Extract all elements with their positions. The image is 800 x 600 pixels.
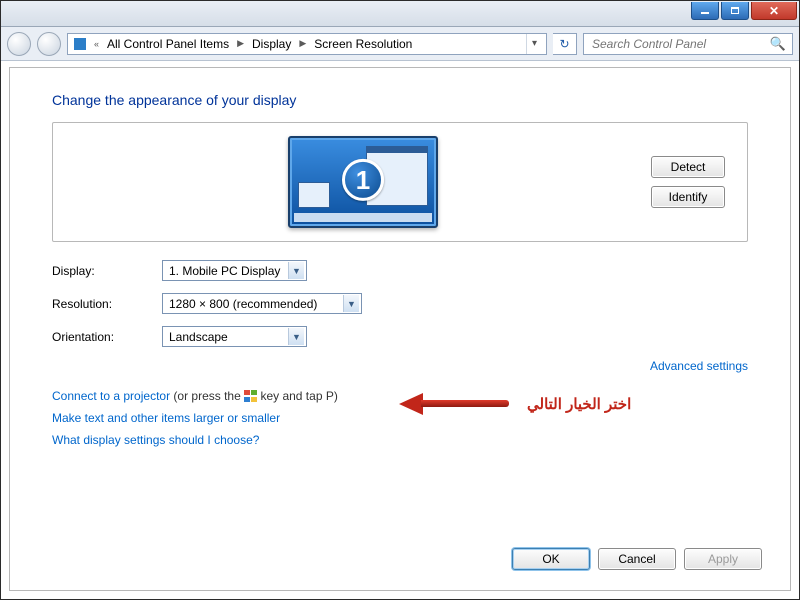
identify-button[interactable]: Identify [651, 186, 725, 208]
annotation-text: اختر الخيار التالي [527, 395, 631, 413]
control-panel-icon [72, 36, 88, 52]
advanced-settings-link[interactable]: Advanced settings [650, 359, 748, 373]
display-select[interactable]: 1. Mobile PC Display ▼ [162, 260, 307, 281]
apply-button[interactable]: Apply [684, 548, 762, 570]
close-button[interactable]: ✕ [751, 2, 797, 20]
detect-button[interactable]: Detect [651, 156, 725, 178]
content-panel: Change the appearance of your display 1 … [9, 67, 791, 591]
chevron-down-icon: ▼ [343, 295, 359, 312]
forward-button[interactable] [37, 32, 61, 56]
chevron-down-icon: ▼ [288, 262, 304, 279]
orientation-select[interactable]: Landscape ▼ [162, 326, 307, 347]
breadcrumb-item[interactable]: Screen Resolution [312, 35, 414, 53]
window-frame: ✕ « All Control Panel Items ▶ Display ▶ … [0, 0, 800, 600]
breadcrumb-item[interactable]: All Control Panel Items [105, 35, 231, 53]
ok-button[interactable]: OK [512, 548, 590, 570]
windows-key-icon [244, 390, 257, 402]
annotation-arrow-icon [399, 395, 509, 413]
projector-hint: (or press the key and tap P) [170, 389, 338, 403]
back-button[interactable] [7, 32, 31, 56]
resolution-label: Resolution: [52, 297, 162, 311]
display-label: Display: [52, 264, 162, 278]
search-box[interactable]: 🔍 [583, 33, 793, 55]
search-input[interactable] [590, 36, 760, 52]
monitor-number-badge: 1 [342, 159, 384, 201]
navigation-bar: « All Control Panel Items ▶ Display ▶ Sc… [1, 27, 799, 61]
title-bar: ✕ [1, 1, 799, 27]
display-value: 1. Mobile PC Display [169, 264, 280, 278]
monitor-thumbnail[interactable]: 1 [288, 136, 438, 228]
chevron-right-icon: ▶ [295, 38, 310, 49]
breadcrumb-prefix: « [90, 39, 103, 49]
which-settings-link[interactable]: What display settings should I choose? [52, 433, 259, 447]
page-heading: Change the appearance of your display [52, 92, 748, 108]
breadcrumb-dropdown[interactable]: ▾ [526, 34, 542, 54]
connect-projector-link[interactable]: Connect to a projector [52, 389, 170, 403]
display-preview: 1 Detect Identify [52, 122, 748, 242]
chevron-down-icon: ▼ [288, 328, 304, 345]
resolution-value: 1280 × 800 (recommended) [169, 297, 317, 311]
cancel-button[interactable]: Cancel [598, 548, 676, 570]
search-icon: 🔍 [770, 36, 786, 52]
resolution-select[interactable]: 1280 × 800 (recommended) ▼ [162, 293, 362, 314]
text-size-link[interactable]: Make text and other items larger or smal… [52, 411, 280, 425]
maximize-button[interactable] [721, 2, 749, 20]
refresh-button[interactable]: ↻ [553, 33, 577, 55]
annotation-overlay: اختر الخيار التالي [399, 395, 631, 413]
chevron-right-icon: ▶ [233, 38, 248, 49]
orientation-label: Orientation: [52, 330, 162, 344]
orientation-value: Landscape [169, 330, 228, 344]
minimize-button[interactable] [691, 2, 719, 20]
dialog-buttons: OK Cancel Apply [512, 548, 762, 570]
breadcrumb-item[interactable]: Display [250, 35, 293, 53]
breadcrumb-bar[interactable]: « All Control Panel Items ▶ Display ▶ Sc… [67, 33, 547, 55]
